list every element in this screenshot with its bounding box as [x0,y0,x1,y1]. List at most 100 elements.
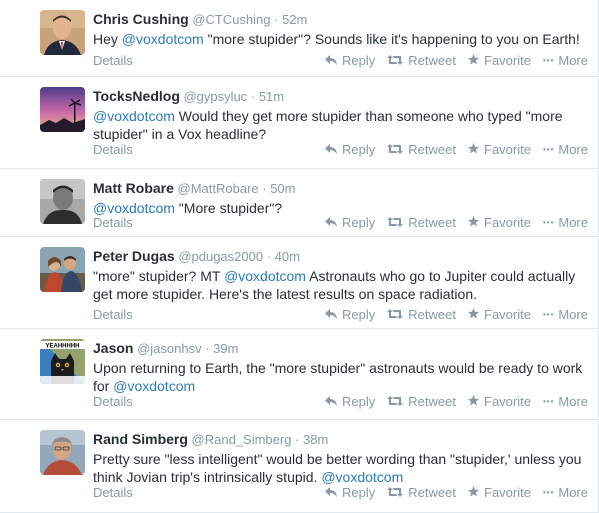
ellipsis-icon: ••• [542,310,555,319]
star-icon [468,53,479,69]
separator-dot: · [201,341,214,356]
timestamp[interactable]: 38m [303,432,328,447]
user-handle[interactable]: @gypsyluc [180,89,247,104]
details-link[interactable]: Details [93,142,133,158]
retweet-label: Retweet [408,215,456,230]
ellipsis-icon: ••• [542,56,555,65]
mention-link[interactable]: @voxdotcom [93,200,175,216]
ellipsis-icon: ••• [542,218,555,227]
user-handle[interactable]: @jasonhsv [133,341,202,356]
more-button[interactable]: ••• More [543,53,588,69]
separator-dot: · [291,432,303,447]
reply-label: Reply [342,53,376,68]
retweet-icon [387,215,404,231]
retweet-icon [387,485,404,501]
reply-icon [325,142,338,158]
more-button[interactable]: ••• More [543,142,588,158]
tweet-actions: Reply Retweet Favorite ••• More [313,394,588,410]
tweet-content: Jason @jasonhsv · 39m Upon returning to E… [93,339,588,395]
retweet-button[interactable]: Retweet [387,485,456,501]
reply-label: Reply [342,215,376,230]
avatar[interactable] [40,179,85,224]
tweet-header: TocksNedlog @gypsyluc · 51m [93,87,588,106]
more-button[interactable]: ••• More [543,485,588,501]
reply-button[interactable]: Reply [325,53,375,69]
svg-text:YEAHHHHH: YEAHHHHH [45,344,79,350]
timestamp[interactable]: 39m [213,341,238,356]
star-icon [468,142,479,158]
timestamp[interactable]: 50m [270,181,295,196]
separator-dot: · [263,249,275,264]
more-label: More [558,215,588,230]
user-name[interactable]: TocksNedlog [93,88,180,104]
star-icon [468,215,479,231]
mention-link[interactable]: @voxdotcom [113,378,195,394]
tweet[interactable]: TocksNedlog @gypsyluc · 51m @voxdotcom Wo… [0,77,598,169]
details-link[interactable]: Details [93,307,133,323]
user-handle[interactable]: @Rand_Simberg [188,432,292,447]
tweet-text: Upon returning to Earth, the "more stupi… [93,359,588,395]
tweet-content: Matt Robare @MattRobare · 50m @voxdotcom … [93,179,588,217]
retweet-button[interactable]: Retweet [387,53,456,69]
reply-button[interactable]: Reply [325,485,375,501]
more-label: More [558,394,588,409]
mention-link[interactable]: @voxdotcom [93,108,175,124]
retweet-button[interactable]: Retweet [387,215,456,231]
details-link[interactable]: Details [93,53,133,69]
avatar[interactable] [40,10,85,55]
timestamp[interactable]: 51m [259,89,284,104]
tweet-footer: Details Reply Retweet Favorite ••• More [93,394,588,410]
retweet-button[interactable]: Retweet [387,142,456,158]
tweet-content: TocksNedlog @gypsyluc · 51m @voxdotcom Wo… [93,87,588,143]
favorite-button[interactable]: Favorite [468,307,531,323]
more-button[interactable]: ••• More [543,215,588,231]
favorite-button[interactable]: Favorite [468,142,531,158]
details-link[interactable]: Details [93,215,133,231]
more-label: More [558,307,588,322]
user-name[interactable]: Peter Dugas [93,248,175,264]
favorite-button[interactable]: Favorite [468,485,531,501]
tweet[interactable]: Matt Robare @MattRobare · 50m @voxdotcom … [0,169,598,237]
user-name[interactable]: Rand Simberg [93,431,188,447]
user-name[interactable]: Chris Cushing [93,11,189,27]
favorite-button[interactable]: Favorite [468,394,531,410]
tweet-footer: Details Reply Retweet Favorite ••• More [93,215,588,231]
user-handle[interactable]: @MattRobare [174,181,259,196]
avatar[interactable]: YEAHHHHH [40,339,85,384]
tweet-header: Rand Simberg @Rand_Simberg · 38m [93,430,588,449]
avatar[interactable] [40,247,85,292]
more-label: More [558,485,588,500]
ellipsis-icon: ••• [542,397,555,406]
tweet[interactable]: Peter Dugas @pdugas2000 · 40m "more" stup… [0,237,598,329]
tweet-text: Hey @voxdotcom "more stupider"? Sounds l… [93,30,588,48]
mention-link[interactable]: @voxdotcom [122,31,204,47]
reply-button[interactable]: Reply [325,307,375,323]
reply-button[interactable]: Reply [325,142,375,158]
timestamp[interactable]: 40m [275,249,300,264]
avatar[interactable] [40,430,85,475]
user-name[interactable]: Matt Robare [93,180,174,196]
retweet-button[interactable]: Retweet [387,307,456,323]
reply-button[interactable]: Reply [325,215,375,231]
details-link[interactable]: Details [93,485,133,501]
details-link[interactable]: Details [93,394,133,410]
user-handle[interactable]: @CTCushing [189,12,270,27]
mention-link[interactable]: @voxdotcom [321,469,403,485]
retweet-icon [387,394,404,410]
reply-button[interactable]: Reply [325,394,375,410]
user-handle[interactable]: @pdugas2000 [175,249,263,264]
favorite-button[interactable]: Favorite [468,53,531,69]
retweet-button[interactable]: Retweet [387,394,456,410]
avatar[interactable] [40,87,85,132]
favorite-button[interactable]: Favorite [468,215,531,231]
mention-link[interactable]: @voxdotcom [224,268,306,284]
favorite-label: Favorite [484,394,531,409]
tweet[interactable]: YEAHHHHH Jason @jasonhsv · 39m Upon return… [0,329,598,420]
more-button[interactable]: ••• More [543,394,588,410]
favorite-label: Favorite [484,142,531,157]
tweet[interactable]: Chris Cushing @CTCushing · 52m Hey @voxdo… [0,0,598,77]
more-button[interactable]: ••• More [543,307,588,323]
tweet[interactable]: Rand Simberg @Rand_Simberg · 38m Pretty s… [0,420,598,513]
timestamp[interactable]: 52m [282,12,307,27]
user-name[interactable]: Jason [93,340,133,356]
